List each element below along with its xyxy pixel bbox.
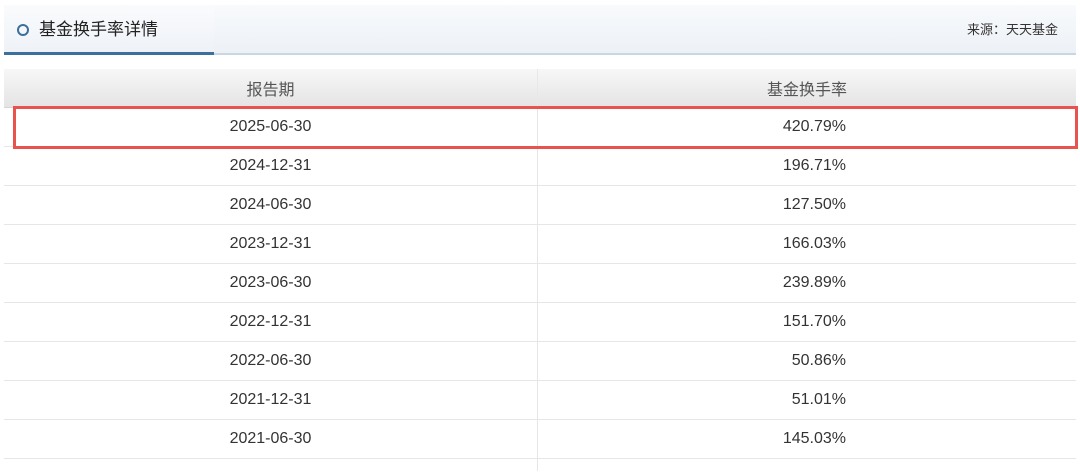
cell-turnover-rate: 151.70% xyxy=(782,313,846,330)
cell-report-period: 2023-12-31 xyxy=(4,225,538,263)
cell-report-period: 2024-06-30 xyxy=(4,186,538,224)
panel-title: 基金换手率详情 xyxy=(39,20,158,40)
cell-turnover-rate: 239.89% xyxy=(782,274,846,291)
table-row[interactable]: 2023-12-31 166.03% xyxy=(4,225,1076,264)
header-turnover-rate[interactable]: 基金换手率 xyxy=(538,69,1076,107)
cell-turnover-rate: 166.03% xyxy=(782,235,846,252)
table-row[interactable]: 2024-12-31 196.71% xyxy=(4,147,1076,186)
cell-turnover-rate: 127.50% xyxy=(782,196,846,213)
cell-turnover-rate: 50.86% xyxy=(791,352,846,369)
table-cell xyxy=(4,459,538,471)
table-row[interactable]: 2023-06-30 239.89% xyxy=(4,264,1076,303)
table-row[interactable]: 2022-12-31 151.70% xyxy=(4,303,1076,342)
panel-header: 基金换手率详情 来源：天天基金 xyxy=(0,0,1080,58)
table-cell xyxy=(538,459,1076,471)
cell-turnover-rate: 145.03% xyxy=(782,430,846,447)
table-row-partial xyxy=(4,459,1076,471)
circle-bullet-icon xyxy=(17,24,29,36)
cell-report-period: 2023-06-30 xyxy=(4,264,538,302)
table-body: 2025-06-30 420.79% 2024-12-31 196.71% 2024-0… xyxy=(4,108,1076,459)
panel-header-background xyxy=(214,5,1076,53)
table-row[interactable]: 2025-06-30 420.79% xyxy=(4,108,1076,147)
cell-turnover-rate: 196.71% xyxy=(782,157,846,174)
cell-turnover-rate: 51.01% xyxy=(791,391,846,408)
turnover-table: 报告期 基金换手率 2025-06-30 420.79% 2024-12-31 196… xyxy=(4,69,1076,471)
table-row[interactable]: 2022-06-30 50.86% xyxy=(4,342,1076,381)
cell-report-period: 2021-12-31 xyxy=(4,381,538,419)
cell-report-period: 2025-06-30 xyxy=(4,108,538,146)
table-row[interactable]: 2024-06-30 127.50% xyxy=(4,186,1076,225)
table-header: 报告期 基金换手率 xyxy=(4,69,1076,108)
table-row[interactable]: 2021-12-31 51.01% xyxy=(4,381,1076,420)
cell-report-period: 2022-12-31 xyxy=(4,303,538,341)
table-row[interactable]: 2021-06-30 145.03% xyxy=(4,420,1076,459)
header-report-period[interactable]: 报告期 xyxy=(4,69,538,107)
cell-report-period: 2021-06-30 xyxy=(4,420,538,458)
cell-report-period: 2024-12-31 xyxy=(4,147,538,185)
source-label: 来源：天天基金 xyxy=(966,23,1058,38)
cell-report-period: 2022-06-30 xyxy=(4,342,538,380)
active-tab-underline xyxy=(4,52,214,55)
cell-turnover-rate: 420.79% xyxy=(782,118,846,135)
